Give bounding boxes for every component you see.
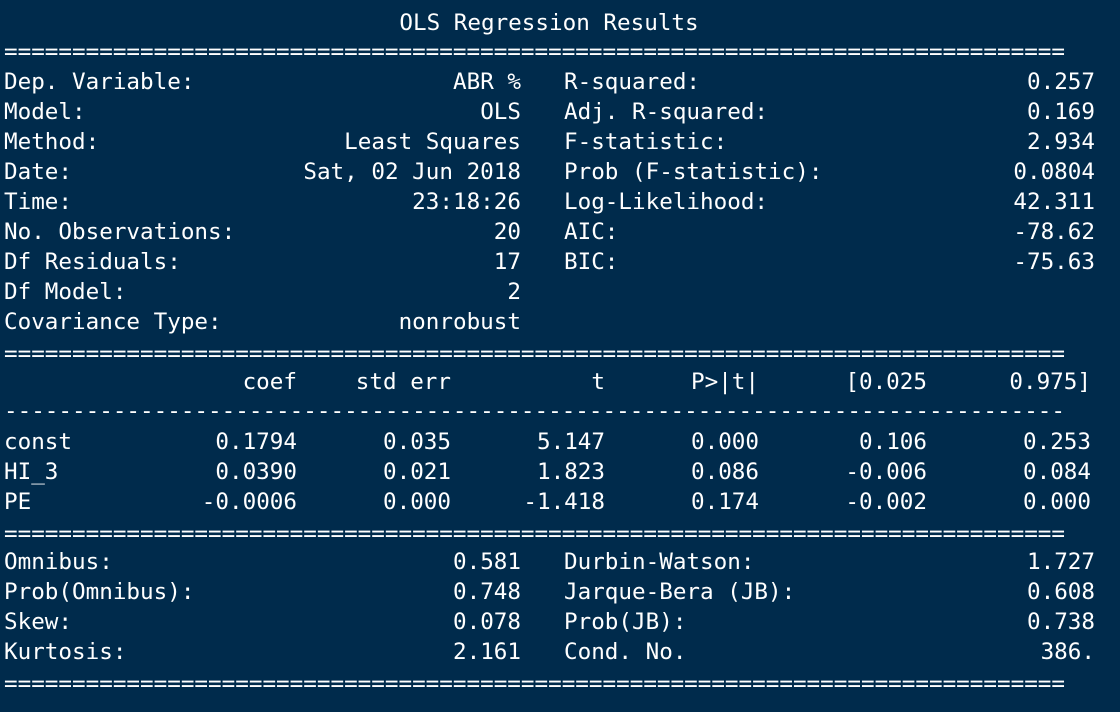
stat-row: Time: 23:18:26 Log-Likelihood: 42.311 xyxy=(4,187,1095,217)
stat-value: 2.934 xyxy=(1026,129,1095,155)
table-cell: -0.0006 xyxy=(201,489,297,515)
coef-table-header: coef std err t P>|t| [0.025 0.975] xyxy=(4,367,1095,397)
stat-row: Model: OLS Adj. R-squared: 0.169 xyxy=(4,97,1095,127)
stat-value: 0.078 xyxy=(452,609,521,635)
stat-value: 0.738 xyxy=(1026,609,1095,635)
variable-name: const xyxy=(4,429,73,455)
stat-row: Df Residuals: 17 BIC: -75.63 xyxy=(4,247,1095,277)
stat-value: 42.311 xyxy=(1013,189,1095,215)
table-cell: 0.0390 xyxy=(215,459,297,485)
table-cell: -0.006 xyxy=(845,459,927,485)
double-rule: ========================================… xyxy=(4,524,1066,544)
stat-row: Method: Least Squares F-statistic: 2.934 xyxy=(4,127,1095,157)
stat-row: No. Observations: 20 AIC: -78.62 xyxy=(4,217,1095,247)
stat-value: Sat, 02 Jun 2018 xyxy=(303,159,521,185)
double-rule: ========================================… xyxy=(4,344,1066,364)
table-cell: 0.000 xyxy=(690,429,759,455)
stat-value: -75.63 xyxy=(1013,249,1095,275)
column-header: coef xyxy=(242,369,297,395)
stat-row: Prob(Omnibus): 0.748 Jarque-Bera (JB): 0.60… xyxy=(4,577,1095,607)
stat-value: 23:18:26 xyxy=(412,189,521,215)
stat-row: Date: Sat, 02 Jun 2018 Prob (F-statistic):… xyxy=(4,157,1095,187)
column-header: [0.025 xyxy=(845,369,927,395)
table-cell: -0.002 xyxy=(845,489,927,515)
stat-value: 20 xyxy=(493,219,521,245)
double-rule: ========================================… xyxy=(4,674,1066,694)
stat-value: nonrobust xyxy=(398,309,521,335)
table-cell: 5.147 xyxy=(536,429,605,455)
table-cell: 0.000 xyxy=(1022,489,1091,515)
single-rule: ----------------------------------------… xyxy=(4,401,1066,421)
report-title: OLS Regression Results xyxy=(399,10,699,36)
column-header: t xyxy=(591,369,605,395)
stat-value: 17 xyxy=(493,249,521,275)
stat-value: 2.161 xyxy=(452,639,521,665)
table-cell: 0.174 xyxy=(690,489,759,515)
stat-value: 0.581 xyxy=(452,549,521,575)
table-row: HI_3 0.0390 0.021 1.823 0.086 -0.006 0.084 xyxy=(4,457,1095,487)
stat-value: 0.0804 xyxy=(1013,159,1095,185)
stat-value: ABR % xyxy=(452,69,521,95)
terminal-output: OLS Regression Results =================… xyxy=(0,0,1120,712)
stat-value: 0.608 xyxy=(1026,579,1095,605)
double-rule: ========================================… xyxy=(4,42,1066,62)
stat-value: Least Squares xyxy=(344,129,521,155)
stat-row: Omnibus: 0.581 Durbin-Watson: 1.727 xyxy=(4,547,1095,577)
column-header: 0.975] xyxy=(1009,369,1091,395)
stat-value: OLS xyxy=(480,99,521,125)
stat-value: 2 xyxy=(507,279,521,305)
stat-value: 0.748 xyxy=(452,579,521,605)
column-header: P>|t| xyxy=(690,369,759,395)
stat-row: Kurtosis: 2.161 Cond. No. 386. xyxy=(4,637,1095,667)
stat-value: 0.169 xyxy=(1026,99,1095,125)
table-cell: 0.000 xyxy=(382,489,451,515)
table-cell: 0.021 xyxy=(382,459,451,485)
variable-name: HI_3 xyxy=(4,459,59,485)
table-cell: 0.084 xyxy=(1022,459,1091,485)
table-cell: -1.418 xyxy=(523,489,605,515)
stat-value: -78.62 xyxy=(1013,219,1095,245)
table-cell: 1.823 xyxy=(536,459,605,485)
table-row: PE -0.0006 0.000 -1.418 0.174 -0.002 0.000 xyxy=(4,487,1095,517)
stat-value: 0.257 xyxy=(1026,69,1095,95)
stat-row: Covariance Type: nonrobust xyxy=(4,307,1095,337)
table-cell: 0.035 xyxy=(382,429,451,455)
stat-value: 1.727 xyxy=(1026,549,1095,575)
table-cell: 0.1794 xyxy=(215,429,297,455)
stat-value: 386. xyxy=(1040,639,1095,665)
table-row: const 0.1794 0.035 5.147 0.000 0.106 0.253 xyxy=(4,427,1095,457)
stat-row: Df Model: 2 xyxy=(4,277,1095,307)
table-cell: 0.106 xyxy=(858,429,927,455)
stat-row: Dep. Variable: ABR % R-squared: 0.257 xyxy=(4,67,1095,97)
column-header: std err xyxy=(355,369,451,395)
table-cell: 0.253 xyxy=(1022,429,1091,455)
stat-row: Skew: 0.078 Prob(JB): 0.738 xyxy=(4,607,1095,637)
table-cell: 0.086 xyxy=(690,459,759,485)
variable-name: PE xyxy=(4,489,32,515)
